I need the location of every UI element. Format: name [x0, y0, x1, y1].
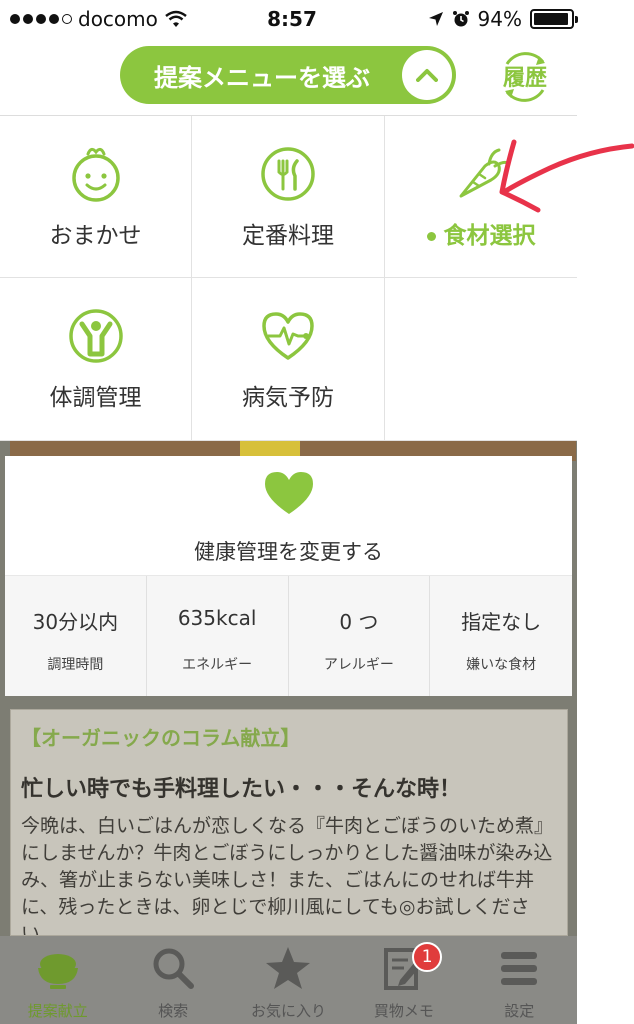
- tab-label: お気に入り: [250, 1002, 326, 1020]
- person-arms-up-icon: [68, 309, 123, 363]
- alarm-clock-icon: [452, 11, 469, 27]
- stat-label: アレルギー: [323, 657, 394, 673]
- tab-label: 買物メモ: [373, 1002, 434, 1020]
- menu-item-disease-prevention[interactable]: 病気予防: [192, 278, 385, 441]
- stat-label: エネルギー: [182, 657, 253, 673]
- tab-favorites[interactable]: お気に入り: [231, 936, 346, 1024]
- smiling-turnip-icon: [71, 147, 120, 202]
- tab-settings[interactable]: 設定: [462, 936, 577, 1024]
- menu-item-label: 体調管理: [49, 385, 142, 411]
- stat-value: 635kcal: [177, 606, 257, 630]
- column-article[interactable]: 【オーガニックのコラム献立】 忙しい時でも手料理したい・・・そんな時！ 今晩は、…: [10, 709, 568, 936]
- article-tag: 【オーガニックのコラム献立】: [21, 726, 301, 750]
- menu-item-health-care[interactable]: 体調管理: [0, 278, 192, 441]
- heart-icon: [264, 472, 313, 514]
- location-arrow-icon: [428, 12, 443, 26]
- tab-label: 提案献立: [27, 1002, 88, 1020]
- rice-bowl-icon: [37, 954, 78, 989]
- menu-grid: おまかせ 定番料理 食材選択 体調管理 病気予防: [0, 116, 577, 441]
- article-body: 今晩は、白いごはんが恋しくなる『牛肉とごぼうのいため煮』にしませんか？牛肉とごぼ…: [21, 815, 554, 936]
- history-button[interactable]: 履歴: [495, 46, 555, 106]
- tab-label: 設定: [504, 1002, 535, 1020]
- stat-value: 指定なし: [461, 610, 542, 634]
- battery-percent: 94%: [477, 7, 522, 31]
- menu-item-label: おまかせ: [49, 223, 142, 249]
- stat-label: 嫌いな食材: [466, 657, 537, 673]
- stat-energy[interactable]: 635kcal エネルギー: [147, 576, 289, 696]
- status-bar: docomo 8:57 94%: [0, 0, 634, 38]
- notification-badge: 1: [412, 942, 443, 972]
- stat-disliked-foods[interactable]: 指定なし 嫌いな食材: [430, 576, 572, 696]
- status-right: 94%: [428, 7, 578, 31]
- history-label: 履歴: [502, 66, 547, 91]
- app-header: 提案メニューを選ぶ 履歴: [0, 38, 577, 116]
- menu-item-standard-dishes[interactable]: 定番料理: [192, 116, 385, 278]
- hamburger-menu-icon: [501, 952, 538, 985]
- magnifier-icon: [153, 948, 195, 989]
- heart-pulse-icon: [262, 312, 314, 360]
- tab-shopping-memo[interactable]: 1 買物メモ: [346, 936, 461, 1024]
- tab-search[interactable]: 検索: [115, 936, 230, 1024]
- menu-item-text: 食材選択: [443, 223, 536, 249]
- stat-value: 0 つ: [339, 610, 379, 634]
- tab-bar: 提案献立 検索 お気に入り 1 買物メモ 設定: [0, 936, 577, 1024]
- article-headline: 忙しい時でも手料理したい・・・そんな時！: [21, 777, 462, 802]
- menu-item-label: 病気予防: [242, 385, 334, 411]
- carrot-icon: [459, 148, 511, 198]
- selected-bullet: [426, 232, 436, 241]
- menu-item-empty: [385, 278, 577, 441]
- menu-item-omakase[interactable]: おまかせ: [0, 116, 192, 278]
- stat-value: 30分以内: [32, 610, 119, 634]
- menu-item-label-active: 食材選択: [385, 216, 577, 250]
- stats-row: 30分以内 調理時間 635kcal エネルギー 0 つ アレルギー 指定なし …: [5, 575, 572, 696]
- choose-menu-button[interactable]: 提案メニューを選ぶ: [120, 46, 456, 104]
- fork-knife-icon: [261, 147, 315, 201]
- stat-allergy[interactable]: 0 つ アレルギー: [289, 576, 431, 696]
- chevron-up-icon[interactable]: [402, 50, 452, 100]
- health-settings-card: 健康管理を変更する 30分以内 調理時間 635kcal エネルギー 0 つ ア…: [5, 456, 572, 696]
- choose-menu-label: 提案メニューを選ぶ: [154, 63, 370, 92]
- menu-item-label: 定番料理: [242, 223, 334, 249]
- stat-cooking-time[interactable]: 30分以内 調理時間: [5, 576, 147, 696]
- stat-label: 調理時間: [47, 657, 104, 673]
- battery-icon: [530, 9, 578, 29]
- menu-item-ingredient-select[interactable]: 食材選択: [385, 116, 577, 278]
- tab-suggested-menu[interactable]: 提案献立: [0, 936, 115, 1024]
- tab-label: 検索: [158, 1002, 189, 1020]
- star-icon: [266, 947, 311, 989]
- change-health-button[interactable]: 健康管理を変更する: [5, 536, 572, 566]
